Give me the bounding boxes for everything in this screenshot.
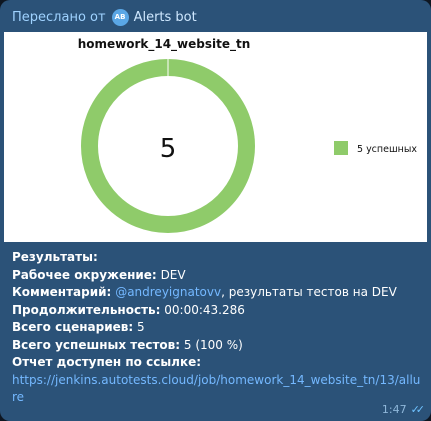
message-caption: Результаты: Рабочее окружение: DEV Комме… bbox=[12, 249, 422, 407]
env-value: DEV bbox=[160, 267, 186, 282]
chart-title: homework_14_website_tn bbox=[78, 37, 251, 52]
legend-swatch bbox=[334, 141, 348, 155]
total-scenarios-value: 5 bbox=[136, 320, 145, 334]
read-ticks-icon: ✓✓ bbox=[410, 403, 426, 416]
message-time: 1:47 bbox=[381, 403, 407, 416]
duration-value: 00:00:43.286 bbox=[164, 302, 245, 317]
forwarded-header[interactable]: Переслано от AB Alerts bot bbox=[12, 6, 197, 28]
legend-label: 5 успешных bbox=[357, 144, 417, 155]
report-link[interactable]: https://jenkins.autotests.cloud/job/home… bbox=[12, 373, 420, 405]
forwarded-prefix: Переслано от bbox=[12, 9, 106, 25]
bot-avatar[interactable]: AB bbox=[111, 8, 129, 26]
user-mention-link[interactable]: @andreyignatovv bbox=[115, 285, 221, 299]
total-scenarios-label: Всего сценариев: bbox=[12, 320, 134, 334]
passed-tests-label: Всего успешных тестов: bbox=[12, 337, 181, 352]
duration-label: Продолжительность: bbox=[12, 302, 161, 317]
env-label: Рабочее окружение: bbox=[12, 267, 157, 282]
report-label: Отчет доступен по ссылке: bbox=[12, 355, 202, 369]
donut-chart: homework_14_website_tn 5 5 успешных bbox=[78, 37, 417, 233]
comment-text: , результаты тестов на DEV bbox=[221, 285, 397, 299]
chart-image[interactable]: homework_14_website_tn 5 5 успешных bbox=[4, 32, 427, 242]
passed-tests-value: 5 (100 %) bbox=[183, 337, 243, 352]
chart-center-value: 5 bbox=[160, 134, 177, 164]
comment-label: Комментарий: bbox=[12, 285, 112, 299]
bot-name[interactable]: Alerts bot bbox=[134, 10, 197, 25]
results-heading: Результаты: bbox=[12, 250, 98, 264]
message-meta: 1:47 ✓✓ bbox=[381, 403, 426, 416]
message-bubble[interactable]: Переслано от AB Alerts bot homework_14_w… bbox=[0, 0, 431, 421]
